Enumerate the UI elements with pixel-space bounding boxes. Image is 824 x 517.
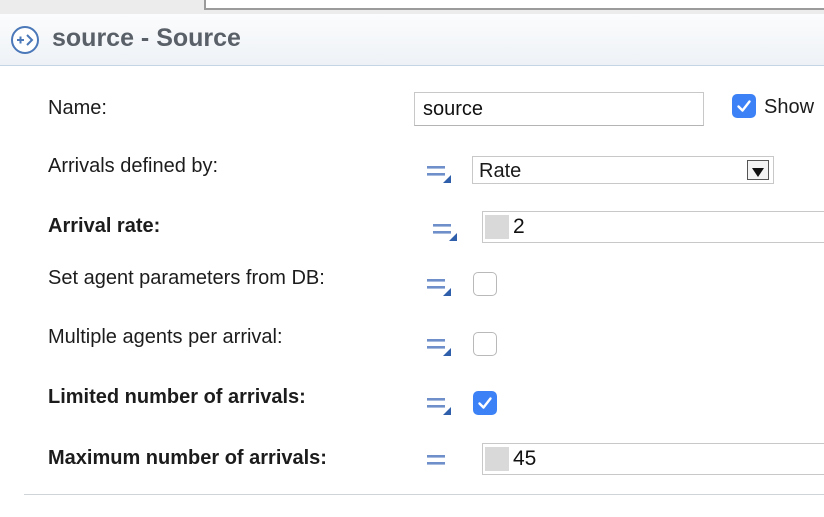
arrivals-defined-by-select[interactable]: Rate: [472, 156, 774, 184]
show-name-checkbox[interactable]: [732, 94, 756, 118]
static-value-equals-icon[interactable]: [426, 335, 452, 357]
dropdown-arrow-icon[interactable]: [747, 160, 769, 180]
editor-tab-edge: [204, 0, 824, 10]
max-arrivals-field[interactable]: 45: [482, 443, 824, 475]
name-label: Name:: [48, 97, 107, 119]
top-strip: [0, 0, 824, 14]
source-plus-arrow-icon: [10, 25, 40, 55]
field-gutter: [485, 447, 509, 471]
limited-arrivals-label: Limited number of arrivals:: [48, 386, 306, 408]
static-value-equals-icon[interactable]: [426, 275, 452, 297]
name-input[interactable]: source: [414, 92, 704, 126]
page-title: source - Source: [52, 24, 241, 52]
limited-arrivals-checkbox[interactable]: [473, 391, 497, 415]
arrival-rate-value: 2: [513, 215, 525, 238]
checkmark-icon: [478, 397, 492, 409]
max-arrivals-value: 45: [513, 447, 537, 470]
set-agent-params-db-label: Set agent parameters from DB:: [48, 267, 325, 289]
checkmark-icon: [737, 100, 751, 112]
multiple-agents-label: Multiple agents per arrival:: [48, 326, 283, 348]
arrival-rate-field[interactable]: 2: [482, 211, 824, 243]
set-agent-params-db-checkbox[interactable]: [473, 272, 497, 296]
arrivals-defined-by-value: Rate: [479, 160, 522, 182]
max-arrivals-label: Maximum number of arrivals:: [48, 447, 327, 469]
properties-header: source - Source: [0, 14, 824, 66]
section-divider: [24, 494, 824, 495]
arrivals-defined-by-label: Arrivals defined by:: [48, 155, 219, 177]
show-name-label: Show: [764, 96, 815, 118]
static-value-equals-icon[interactable]: [426, 394, 452, 416]
multiple-agents-checkbox[interactable]: [473, 332, 497, 356]
static-value-equals-icon[interactable]: [426, 162, 452, 184]
equals-icon[interactable]: [426, 451, 452, 473]
arrival-rate-label: Arrival rate:: [48, 215, 161, 237]
static-value-equals-icon[interactable]: [432, 220, 458, 242]
field-gutter: [485, 215, 509, 239]
